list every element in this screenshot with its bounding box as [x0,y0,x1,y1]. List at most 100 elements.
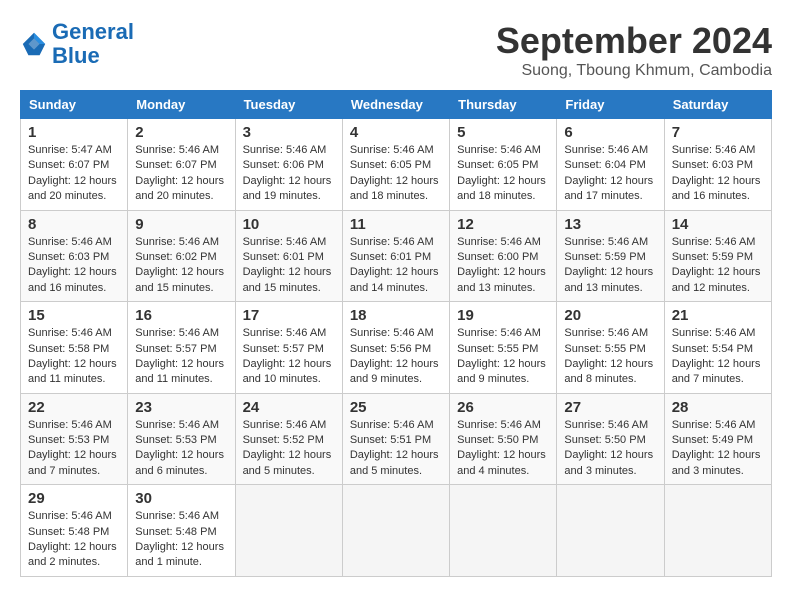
calendar-cell: 24 Sunrise: 5:46 AM Sunset: 5:52 PM Dayli… [235,393,342,485]
calendar-cell: 30 Sunrise: 5:46 AM Sunset: 5:48 PM Dayli… [128,485,235,577]
day-info: Sunrise: 5:46 AM Sunset: 5:49 PM Dayligh… [672,418,764,480]
calendar-week-5: 29 Sunrise: 5:46 AM Sunset: 5:48 PM Dayli… [21,485,772,577]
calendar-week-3: 15 Sunrise: 5:46 AM Sunset: 5:58 PM Dayli… [21,302,772,394]
calendar-week-2: 8Sunrise: 5:46 AM Sunset: 6:03 PM Daylig… [21,210,772,302]
day-number: 28 [672,399,764,416]
calendar-cell: 9Sunrise: 5:46 AM Sunset: 6:02 PM Daylig… [128,210,235,302]
page-header: General Blue September 2024 Suong, Tboun… [20,20,772,80]
day-number: 17 [243,307,335,324]
day-info: Sunrise: 5:46 AM Sunset: 5:55 PM Dayligh… [457,326,549,388]
day-number: 21 [672,307,764,324]
day-number: 6 [564,124,656,141]
calendar-weekday-tuesday: Tuesday [235,91,342,119]
day-info: Sunrise: 5:46 AM Sunset: 5:50 PM Dayligh… [564,418,656,480]
calendar-table: SundayMondayTuesdayWednesdayThursdayFrid… [20,90,772,577]
day-number: 10 [243,216,335,233]
day-info: Sunrise: 5:46 AM Sunset: 6:04 PM Dayligh… [564,143,656,205]
day-number: 12 [457,216,549,233]
day-number: 14 [672,216,764,233]
day-number: 13 [564,216,656,233]
logo-icon [20,30,48,58]
calendar-cell: 1 Sunrise: 5:47 AM Sunset: 6:07 PM Daylig… [21,119,128,211]
calendar-cell: 29 Sunrise: 5:46 AM Sunset: 5:48 PM Dayli… [21,485,128,577]
day-number: 23 [135,399,227,416]
title-area: September 2024 Suong, Tboung Khmum, Camb… [496,20,772,80]
calendar-weekday-wednesday: Wednesday [342,91,449,119]
day-number: 7 [672,124,764,141]
day-number: 25 [350,399,442,416]
logo: General Blue [20,20,134,68]
day-number: 8 [28,216,120,233]
day-number: 24 [243,399,335,416]
day-info: Sunrise: 5:46 AM Sunset: 5:50 PM Dayligh… [457,418,549,480]
calendar-weekday-friday: Friday [557,91,664,119]
day-info: Sunrise: 5:46 AM Sunset: 5:59 PM Dayligh… [672,235,764,297]
day-info: Sunrise: 5:46 AM Sunset: 5:48 PM Dayligh… [135,509,227,571]
calendar-week-1: 1 Sunrise: 5:47 AM Sunset: 6:07 PM Daylig… [21,119,772,211]
day-info: Sunrise: 5:46 AM Sunset: 6:03 PM Dayligh… [672,143,764,205]
calendar-cell: 12 Sunrise: 5:46 AM Sunset: 6:00 PM Dayli… [450,210,557,302]
day-number: 19 [457,307,549,324]
calendar-cell: 4Sunrise: 5:46 AM Sunset: 6:05 PM Daylig… [342,119,449,211]
day-number: 9 [135,216,227,233]
day-info: Sunrise: 5:46 AM Sunset: 6:05 PM Dayligh… [457,143,549,205]
day-info: Sunrise: 5:46 AM Sunset: 5:48 PM Dayligh… [28,509,120,571]
day-info: Sunrise: 5:46 AM Sunset: 6:01 PM Dayligh… [350,235,442,297]
day-number: 2 [135,124,227,141]
day-info: Sunrise: 5:46 AM Sunset: 6:01 PM Dayligh… [243,235,335,297]
day-number: 20 [564,307,656,324]
calendar-weekday-saturday: Saturday [664,91,771,119]
day-info: Sunrise: 5:46 AM Sunset: 5:57 PM Dayligh… [243,326,335,388]
calendar-cell: 27Sunrise: 5:46 AM Sunset: 5:50 PM Dayli… [557,393,664,485]
calendar-cell: 11 Sunrise: 5:46 AM Sunset: 6:01 PM Dayli… [342,210,449,302]
calendar-cell: 6 Sunrise: 5:46 AM Sunset: 6:04 PM Daylig… [557,119,664,211]
calendar-cell [664,485,771,577]
day-info: Sunrise: 5:46 AM Sunset: 5:57 PM Dayligh… [135,326,227,388]
calendar-cell: 8Sunrise: 5:46 AM Sunset: 6:03 PM Daylig… [21,210,128,302]
calendar-weekday-thursday: Thursday [450,91,557,119]
calendar-cell: 14 Sunrise: 5:46 AM Sunset: 5:59 PM Dayli… [664,210,771,302]
day-info: Sunrise: 5:46 AM Sunset: 6:00 PM Dayligh… [457,235,549,297]
calendar-cell: 18 Sunrise: 5:46 AM Sunset: 5:56 PM Dayli… [342,302,449,394]
calendar-cell: 2 Sunrise: 5:46 AM Sunset: 6:07 PM Daylig… [128,119,235,211]
calendar-cell: 25 Sunrise: 5:46 AM Sunset: 5:51 PM Dayli… [342,393,449,485]
day-info: Sunrise: 5:46 AM Sunset: 5:51 PM Dayligh… [350,418,442,480]
calendar-cell: 21Sunrise: 5:46 AM Sunset: 5:54 PM Dayli… [664,302,771,394]
calendar-cell: 15 Sunrise: 5:46 AM Sunset: 5:58 PM Dayli… [21,302,128,394]
day-info: Sunrise: 5:46 AM Sunset: 5:58 PM Dayligh… [28,326,120,388]
day-number: 15 [28,307,120,324]
day-info: Sunrise: 5:46 AM Sunset: 5:52 PM Dayligh… [243,418,335,480]
calendar-weekday-monday: Monday [128,91,235,119]
calendar-cell: 19 Sunrise: 5:46 AM Sunset: 5:55 PM Dayli… [450,302,557,394]
calendar-weekday-sunday: Sunday [21,91,128,119]
day-info: Sunrise: 5:46 AM Sunset: 5:56 PM Dayligh… [350,326,442,388]
day-info: Sunrise: 5:46 AM Sunset: 5:53 PM Dayligh… [135,418,227,480]
day-number: 5 [457,124,549,141]
day-number: 30 [135,490,227,507]
calendar-cell: 10 Sunrise: 5:46 AM Sunset: 6:01 PM Dayli… [235,210,342,302]
month-title: September 2024 [496,20,772,62]
day-number: 3 [243,124,335,141]
day-number: 1 [28,124,120,141]
calendar-cell [235,485,342,577]
calendar-cell: 16 Sunrise: 5:46 AM Sunset: 5:57 PM Dayli… [128,302,235,394]
calendar-header-row: SundayMondayTuesdayWednesdayThursdayFrid… [21,91,772,119]
day-info: Sunrise: 5:46 AM Sunset: 6:06 PM Dayligh… [243,143,335,205]
calendar-cell: 26 Sunrise: 5:46 AM Sunset: 5:50 PM Dayli… [450,393,557,485]
calendar-body: 1 Sunrise: 5:47 AM Sunset: 6:07 PM Daylig… [21,119,772,577]
day-number: 18 [350,307,442,324]
day-info: Sunrise: 5:47 AM Sunset: 6:07 PM Dayligh… [28,143,120,205]
calendar-cell: 3 Sunrise: 5:46 AM Sunset: 6:06 PM Daylig… [235,119,342,211]
day-number: 16 [135,307,227,324]
day-number: 26 [457,399,549,416]
calendar-cell: 13 Sunrise: 5:46 AM Sunset: 5:59 PM Dayli… [557,210,664,302]
day-info: Sunrise: 5:46 AM Sunset: 6:07 PM Dayligh… [135,143,227,205]
calendar-cell: 20Sunrise: 5:46 AM Sunset: 5:55 PM Dayli… [557,302,664,394]
calendar-cell: 22Sunrise: 5:46 AM Sunset: 5:53 PM Dayli… [21,393,128,485]
day-number: 22 [28,399,120,416]
day-number: 29 [28,490,120,507]
day-info: Sunrise: 5:46 AM Sunset: 5:59 PM Dayligh… [564,235,656,297]
location-title: Suong, Tboung Khmum, Cambodia [496,62,772,80]
calendar-cell [450,485,557,577]
day-number: 11 [350,216,442,233]
